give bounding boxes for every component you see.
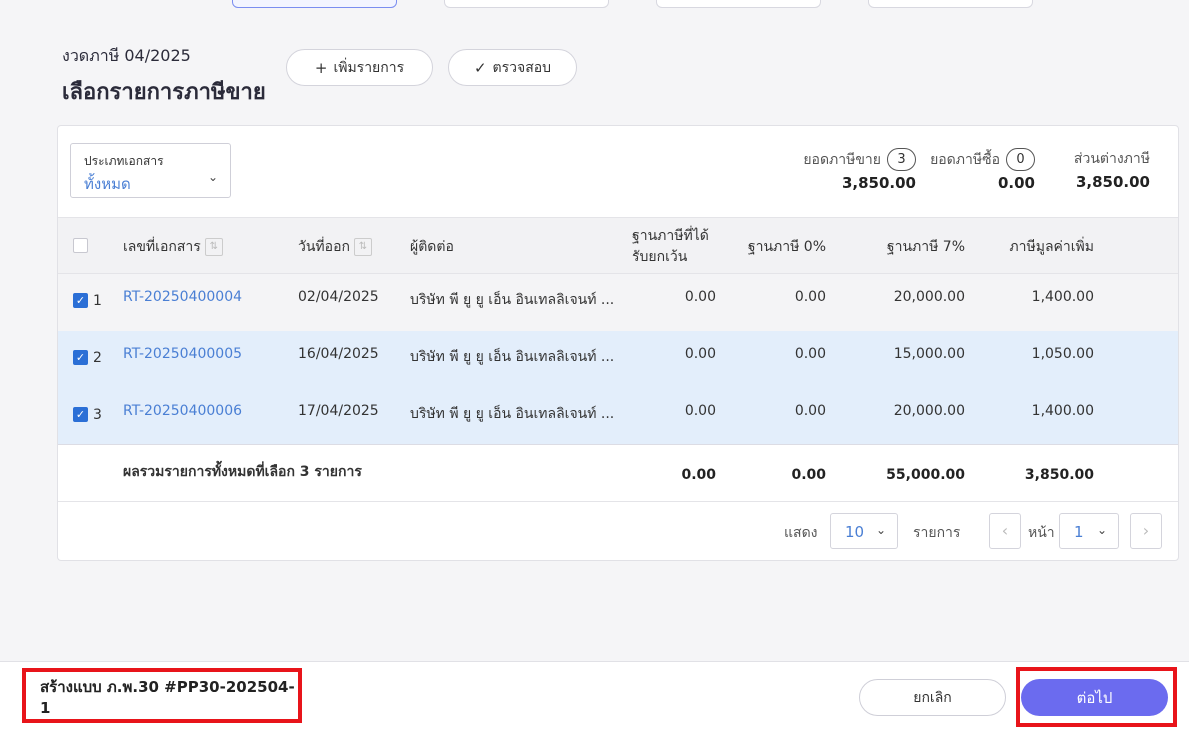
- column-doc-no[interactable]: เลขที่เอกสาร ⇅: [123, 236, 223, 258]
- table-row[interactable]: ✓ 2 RT-20250400005 16/04/2025 บริษัท พี …: [58, 331, 1178, 388]
- column-date[interactable]: วันที่ออก ⇅: [298, 236, 372, 258]
- add-item-button[interactable]: + เพิ่มรายการ: [286, 49, 433, 86]
- contact-name: บริษัท พี ยู ยู เอ็น อินเทลลิเจนท์ ...: [410, 292, 615, 308]
- purchase-tax-summary: ยอดภาษีซื้อ 0 0.00: [930, 148, 1035, 192]
- sort-icon[interactable]: ⇅: [204, 238, 223, 256]
- page-label: หน้า: [1028, 525, 1055, 541]
- plus-icon: +: [314, 58, 328, 77]
- doc-no-link[interactable]: RT-20250400006: [123, 403, 242, 419]
- next-button[interactable]: ต่อไป: [1021, 679, 1168, 716]
- page-size-select[interactable]: 10 ⌄: [830, 513, 898, 549]
- seven-rate-value: 20,000.00: [893, 289, 965, 305]
- exempt-value: 0.00: [684, 346, 716, 362]
- zero-rate-value: 0.00: [794, 403, 826, 419]
- exempt-value: 0.00: [684, 403, 716, 419]
- seven-rate-value: 20,000.00: [893, 403, 965, 419]
- vat-value: 1,400.00: [1031, 289, 1094, 305]
- page-title: เลือกรายการภาษีขาย: [62, 80, 266, 105]
- row-checkbox[interactable]: ✓: [73, 407, 88, 422]
- pagination: แสดง 10 ⌄ รายการ ‹ หน้า 1 ⌄ ›: [58, 502, 1178, 560]
- row-checkbox[interactable]: ✓: [73, 350, 88, 365]
- column-zero-rate: ฐานภาษี 0%: [747, 239, 826, 255]
- row-checkbox[interactable]: ✓: [73, 293, 88, 308]
- tax-period: งวดภาษี 04/2025: [62, 46, 191, 65]
- chevron-down-icon: ⌄: [875, 523, 886, 537]
- total-exempt: 0.00: [681, 467, 716, 483]
- document-type-select[interactable]: ประเภทเอกสาร ทั้งหมด ⌄: [70, 143, 231, 198]
- cancel-button[interactable]: ยกเลิก: [859, 679, 1006, 716]
- contact-name: บริษัท พี ยู ยู เอ็น อินเทลลิเจนท์ ...: [410, 406, 615, 422]
- next-button-highlight: ต่อไป: [1016, 667, 1177, 727]
- tax-list-card: ประเภทเอกสาร ทั้งหมด ⌄ ยอดภาษีขาย 3 3,850…: [57, 125, 1179, 561]
- column-doc-no-label: เลขที่เอกสาร: [123, 239, 201, 255]
- sales-tax-count-badge: 3: [887, 148, 916, 171]
- check-icon: ✓: [473, 58, 487, 77]
- sales-tax-label: ยอดภาษีขาย: [803, 151, 881, 168]
- page-size-value: 10: [845, 523, 865, 541]
- purchase-tax-value: 0.00: [997, 174, 1035, 192]
- next-page-button[interactable]: ›: [1130, 513, 1162, 549]
- step-tab-2[interactable]: [444, 0, 609, 8]
- footer-bar: สร้างแบบ ภ.พ.30 #PP30-202504-1 ยกเลิก ต่…: [0, 661, 1189, 731]
- table-header: เลขที่เอกสาร ⇅ วันที่ออก ⇅ ผู้ติดต่อ ฐานภา…: [58, 217, 1178, 274]
- page-select[interactable]: 1 ⌄: [1059, 513, 1119, 549]
- zero-rate-value: 0.00: [794, 289, 826, 305]
- items-label: รายการ: [913, 525, 961, 541]
- table-row[interactable]: ✓ 1 RT-20250400004 02/04/2025 บริษัท พี …: [58, 274, 1178, 331]
- document-type-value: ทั้งหมด: [84, 175, 131, 193]
- column-contact: ผู้ติดต่อ: [410, 239, 454, 255]
- show-label: แสดง: [784, 525, 818, 541]
- step-tab-1[interactable]: [232, 0, 397, 8]
- contact-name: บริษัท พี ยู ยู เอ็น อินเทลลิเจนท์ ...: [410, 349, 615, 365]
- chevron-down-icon: ⌄: [1096, 523, 1107, 537]
- tax-difference-summary: ส่วนต่างภาษี 3,850.00: [1074, 148, 1150, 191]
- tax-difference-label: ส่วนต่างภาษี: [1073, 151, 1150, 167]
- step-tabs: [232, 0, 1033, 8]
- sales-tax-value: 3,850.00: [841, 174, 916, 192]
- verify-label: ตรวจสอบ: [492, 59, 552, 76]
- purchase-tax-label: ยอดภาษีซื้อ: [930, 151, 1000, 168]
- sales-tax-summary: ยอดภาษีขาย 3 3,850.00: [803, 148, 916, 192]
- column-exempt-line1: ฐานภาษีที่ได้: [632, 228, 709, 244]
- column-vat: ภาษีมูลค่าเพิ่ม: [1009, 239, 1094, 255]
- exempt-value: 0.00: [684, 289, 716, 305]
- verify-button[interactable]: ✓ ตรวจสอบ: [448, 49, 577, 86]
- seven-rate-value: 15,000.00: [893, 346, 965, 362]
- total-seven-rate: 55,000.00: [886, 467, 965, 483]
- column-exempt: ฐานภาษีที่ได้รับยกเว้น: [632, 226, 709, 268]
- row-number: 3: [93, 407, 102, 423]
- row-number: 2: [93, 350, 102, 366]
- select-all-checkbox[interactable]: [73, 238, 88, 253]
- step-tab-3[interactable]: [656, 0, 821, 8]
- sort-icon[interactable]: ⇅: [353, 238, 372, 256]
- chevron-down-icon: ⌄: [207, 170, 218, 184]
- prev-page-button[interactable]: ‹: [989, 513, 1021, 549]
- chevron-right-icon: ›: [1142, 521, 1150, 540]
- vat-value: 1,050.00: [1031, 346, 1094, 362]
- issue-date: 17/04/2025: [298, 403, 379, 419]
- totals-row: ผลรวมรายการทั้งหมดที่เลือก 3 รายการ 0.00…: [58, 445, 1178, 502]
- chevron-left-icon: ‹: [1001, 521, 1009, 540]
- row-number: 1: [93, 293, 102, 309]
- doc-no-link[interactable]: RT-20250400004: [123, 289, 242, 305]
- doc-no-link[interactable]: RT-20250400005: [123, 346, 242, 362]
- vat-value: 1,400.00: [1031, 403, 1094, 419]
- form-title: สร้างแบบ ภ.พ.30 #PP30-202504-1: [22, 668, 302, 723]
- column-exempt-line2: รับยกเว้น: [632, 249, 688, 265]
- total-vat: 3,850.00: [1024, 467, 1094, 483]
- column-date-label: วันที่ออก: [298, 239, 350, 255]
- table-row[interactable]: ✓ 3 RT-20250400006 17/04/2025 บริษัท พี …: [58, 388, 1178, 445]
- add-item-label: เพิ่มรายการ: [333, 59, 405, 76]
- total-zero-rate: 0.00: [791, 467, 826, 483]
- page-value: 1: [1074, 523, 1084, 541]
- totals-label: ผลรวมรายการทั้งหมดที่เลือก 3 รายการ: [123, 464, 362, 480]
- issue-date: 02/04/2025: [298, 289, 379, 305]
- purchase-tax-count-badge: 0: [1006, 148, 1035, 171]
- issue-date: 16/04/2025: [298, 346, 379, 362]
- tax-difference-value: 3,850.00: [1075, 173, 1150, 191]
- column-seven-rate: ฐานภาษี 7%: [886, 239, 965, 255]
- zero-rate-value: 0.00: [794, 346, 826, 362]
- step-tab-4[interactable]: [868, 0, 1033, 8]
- document-type-label: ประเภทเอกสาร: [84, 154, 164, 168]
